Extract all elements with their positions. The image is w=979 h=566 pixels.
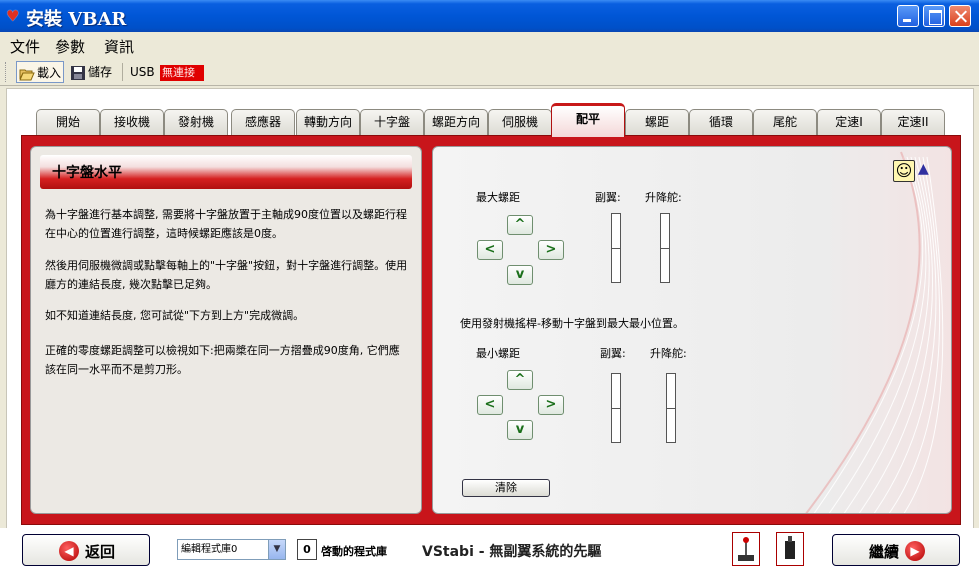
menu-info[interactable]: 資訊 xyxy=(104,36,134,57)
servo-tool-icon[interactable] xyxy=(776,532,804,566)
open-label: 載入 xyxy=(37,66,62,80)
min-aileron-indicator xyxy=(611,373,621,443)
help-heading: 十字盤水平 xyxy=(52,165,122,181)
tab-swashplate[interactable]: 十字盤 xyxy=(360,109,424,135)
next-label: 繼續 xyxy=(869,543,900,561)
next-button[interactable]: 繼續 ▶ xyxy=(832,534,960,566)
tab-governor-2[interactable]: 定速II xyxy=(881,109,945,135)
help-panel xyxy=(30,146,422,514)
max-elevator-indicator xyxy=(660,213,670,283)
tab-cyclic[interactable]: 循環 xyxy=(689,109,753,135)
title-bar: ♥ 安裝 VBAR xyxy=(0,0,979,32)
aileron-label-max: 副翼: xyxy=(595,191,621,204)
toolbar: 載入 儲存 USB xyxy=(0,58,979,86)
forward-arrow-icon: ▶ xyxy=(905,541,925,561)
tab-rotation[interactable]: 轉動方向 xyxy=(296,109,360,135)
app-icon: ♥ xyxy=(6,7,20,25)
menu-parameters[interactable]: 參數 xyxy=(55,36,85,57)
help-paragraph: 正確的零度螺距調整可以檢視如下:把兩槳在同一方摺疊成90度角, 它們應該在同一水… xyxy=(45,344,400,376)
tab-pitch[interactable]: 螺距 xyxy=(625,109,689,135)
tab-governor-1[interactable]: 定速I xyxy=(817,109,881,135)
close-button[interactable] xyxy=(949,5,971,27)
expert-icon[interactable]: ▲ xyxy=(918,161,929,177)
folder-open-icon xyxy=(19,69,35,80)
max-up-button[interactable]: ^ xyxy=(507,215,533,235)
min-right-button[interactable]: > xyxy=(538,395,564,415)
max-right-button[interactable]: > xyxy=(538,240,564,260)
joystick-icon xyxy=(738,537,754,561)
connection-status: 無連接 xyxy=(160,65,204,81)
tab-receiver[interactable]: 接收機 xyxy=(100,109,164,135)
aileron-label-min: 副翼: xyxy=(600,347,626,360)
toolbar-grip xyxy=(5,62,8,82)
min-left-button[interactable]: < xyxy=(477,395,503,415)
back-arrow-icon: ◀ xyxy=(59,541,79,561)
stick-icon[interactable] xyxy=(732,532,760,566)
usb-label: USB xyxy=(130,65,155,79)
tab-servo[interactable]: 伺服機 xyxy=(488,109,552,135)
tab-sensor[interactable]: 感應器 xyxy=(231,109,295,135)
minimize-button[interactable] xyxy=(897,5,919,27)
chevron-down-icon[interactable]: ▼ xyxy=(268,540,285,559)
help-paragraph: 如不知道連結長度, 您可試從"下方到上方"完成微調。 xyxy=(45,309,305,322)
floppy-icon xyxy=(71,65,85,80)
open-button[interactable]: 載入 xyxy=(16,61,64,83)
instruction-text: 使用發射機搖桿-移動十字盤到最大最小位置。 xyxy=(460,317,684,330)
back-button[interactable]: ◀ 返回 xyxy=(22,534,150,566)
elevator-label-max: 升降舵: xyxy=(645,191,682,204)
active-bank-label: 啓動的程式庫 xyxy=(321,545,387,558)
menu-file[interactable]: 文件 xyxy=(10,36,40,57)
smiley-icon[interactable]: ☺ xyxy=(893,160,915,182)
tab-start[interactable]: 開始 xyxy=(36,109,100,135)
maximize-button[interactable] xyxy=(923,5,945,27)
active-bank-count: 0 xyxy=(297,539,317,560)
min-up-button[interactable]: ^ xyxy=(507,370,533,390)
min-pitch-label: 最小螺距 xyxy=(476,347,520,360)
elevator-label-min: 升降舵: xyxy=(650,347,687,360)
help-paragraph: 為十字盤進行基本調整, 需要將十字盤放置于主軸成90度位置以及螺距行程在中心的位… xyxy=(45,208,407,240)
save-button[interactable]: 儲存 xyxy=(68,61,116,83)
slogan-text: VStabi - 無副翼系統的先驅 xyxy=(422,544,602,560)
window-title: 安裝 VBAR xyxy=(26,9,127,30)
max-left-button[interactable]: < xyxy=(477,240,503,260)
tab-tail[interactable]: 尾舵 xyxy=(753,109,817,135)
max-pitch-label: 最大螺距 xyxy=(476,191,520,204)
max-down-button[interactable]: v xyxy=(507,265,533,285)
tab-trim[interactable]: 配平 xyxy=(551,103,625,137)
max-aileron-indicator xyxy=(611,213,621,283)
tab-pitch-direction[interactable]: 螺距方向 xyxy=(424,109,488,135)
clear-button[interactable]: 清除 xyxy=(462,479,550,497)
help-paragraph: 然後用伺服機微調或點擊每軸上的"十字盤"按鈕，對十字盤進行調整。使用廳方的連結長… xyxy=(45,259,408,291)
servo-icon xyxy=(785,536,795,559)
tab-transmitter[interactable]: 發射機 xyxy=(164,109,228,135)
min-down-button[interactable]: v xyxy=(507,420,533,440)
back-label: 返回 xyxy=(85,543,116,561)
menu-bar: 文件 參數 資訊 xyxy=(0,32,979,58)
save-label: 儲存 xyxy=(88,65,113,79)
toolbar-separator xyxy=(122,63,123,81)
min-elevator-indicator xyxy=(666,373,676,443)
